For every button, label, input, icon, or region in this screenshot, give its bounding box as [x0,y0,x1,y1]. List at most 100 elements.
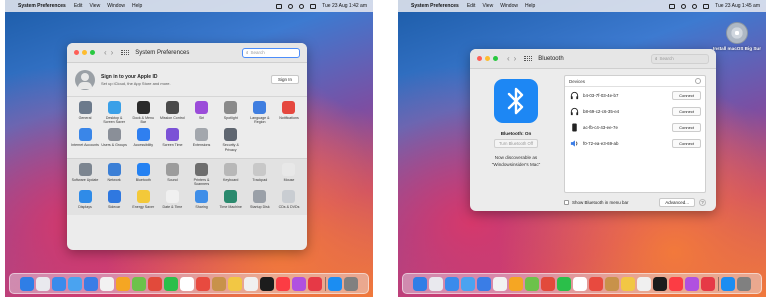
back-arrow-icon[interactable]: ‹ [104,48,107,57]
dock-app-icon[interactable] [211,276,226,291]
spotlight-menubar-icon[interactable] [299,3,305,9]
preference-pane[interactable]: Bluetooth [129,162,157,186]
forward-arrow-icon[interactable]: › [111,48,114,57]
dock-app-icon[interactable] [51,276,66,291]
sign-in-button[interactable]: Sign In [270,75,299,84]
dock-app-icon[interactable] [700,276,715,291]
preference-pane[interactable]: Users & Groups [100,128,128,151]
dock-app-icon[interactable] [412,276,427,291]
dock-app-icon[interactable] [275,276,290,291]
dock-app-icon[interactable] [83,276,98,291]
siri-menubar-icon[interactable] [703,3,710,9]
device-row[interactable]: ac-fb-c4-43-ee-7e Connect [565,119,705,135]
dock-app-icon[interactable] [147,276,162,291]
preference-pane[interactable]: Security & Privacy [217,128,245,152]
control-center-icon[interactable] [288,3,294,9]
preference-pane[interactable]: Language & Region [246,101,274,124]
dock-app-icon[interactable] [460,276,475,291]
preference-pane[interactable]: Trackpad [246,162,274,186]
advanced-button[interactable]: Advanced... [659,198,695,207]
dock-app-icon[interactable] [444,276,459,291]
menubar-clock[interactable]: Tue 23 Aug 1:42 am [322,3,367,9]
dock-app-icon[interactable] [35,276,50,291]
help-button[interactable]: ? [699,199,706,206]
show-all-grid-icon[interactable] [524,55,533,62]
menu-window[interactable]: Window [500,3,518,9]
preference-pane[interactable]: Printers & Scanners [188,162,216,186]
search-field[interactable]: ⌕ Search [651,53,709,64]
dock-app-icon[interactable] [99,276,114,291]
preference-pane[interactable]: Dock & Menu Bar [129,101,157,124]
dock-app-icon[interactable] [620,276,635,291]
dock-app-icon[interactable] [195,276,210,291]
preference-pane[interactable]: Software Update [71,162,99,186]
menu-help[interactable]: Help [132,3,142,9]
dock-app-icon[interactable] [179,276,194,291]
dock-app-icon[interactable] [259,276,274,291]
dock-app-icon[interactable] [604,276,619,291]
dock-app-icon[interactable] [67,276,82,291]
preference-pane[interactable]: Screen Time [158,128,186,151]
preference-pane[interactable]: Desktop & Screen Saver [100,101,128,124]
dock-app-icon[interactable] [163,276,178,291]
connect-button[interactable]: Connect [672,90,701,100]
show-in-menubar-checkbox[interactable] [564,200,569,205]
dock-app-icon[interactable] [307,276,322,291]
dock-app-icon[interactable] [652,276,667,291]
menu-edit[interactable]: Edit [467,3,476,9]
control-center-icon[interactable] [681,3,687,9]
connect-button[interactable]: Connect [672,122,701,132]
menu-edit[interactable]: Edit [74,3,83,9]
preference-pane[interactable]: Spotlight [217,101,245,124]
preference-pane[interactable]: Internet Accounts [71,128,99,151]
show-all-grid-icon[interactable] [121,49,130,56]
install-disk-icon[interactable] [726,22,748,44]
preference-pane[interactable]: Sound [158,162,186,186]
close-button[interactable] [477,56,482,61]
preference-pane[interactable]: Sharing [188,190,216,209]
preference-pane[interactable]: CDs & DVDs [275,190,303,209]
search-field[interactable]: ⌕ Search [242,47,300,58]
install-disk-label[interactable]: Install macOS Big Sur [712,46,762,52]
dock-app-icon[interactable] [556,276,571,291]
preference-pane[interactable]: Displays [71,190,99,209]
close-button[interactable] [74,50,79,55]
zoom-button[interactable] [90,50,95,55]
dock-app-icon[interactable] [636,276,651,291]
menu-help[interactable]: Help [525,3,535,9]
dock-app-icon[interactable] [115,276,130,291]
minimize-button[interactable] [82,50,87,55]
forward-arrow-icon[interactable]: › [514,54,517,63]
dock-app-icon[interactable] [344,276,359,291]
menu-app-name[interactable]: System Preferences [18,3,66,9]
minimize-button[interactable] [485,56,490,61]
dock-app-icon[interactable] [492,276,507,291]
connect-button[interactable]: Connect [672,138,701,148]
dock-app-icon[interactable] [588,276,603,291]
preference-pane[interactable]: Date & Time [158,190,186,209]
dock-app-icon[interactable] [540,276,555,291]
preference-pane[interactable]: Accessibility [129,128,157,151]
dock-app-icon[interactable] [428,276,443,291]
dock-app-icon[interactable] [721,276,736,291]
siri-menubar-icon[interactable] [310,3,317,9]
spotlight-menubar-icon[interactable] [692,3,698,9]
turn-bluetooth-off-button[interactable]: Turn Bluetooth Off [494,139,538,148]
preference-pane[interactable]: Mission Control [158,101,186,124]
preference-pane[interactable]: Siri [188,101,216,124]
dock-app-icon[interactable] [524,276,539,291]
dock-app-icon[interactable] [508,276,523,291]
preference-pane[interactable]: General [71,101,99,124]
dock-app-icon[interactable] [227,276,242,291]
dock-app-icon[interactable] [668,276,683,291]
dock-app-icon[interactable] [476,276,491,291]
preference-pane[interactable]: Network [100,162,128,186]
back-arrow-icon[interactable]: ‹ [507,54,510,63]
display-status-icon[interactable] [669,3,676,9]
device-row[interactable]: f0-72-ea-e3-69-ab Connect [565,135,705,151]
menu-window[interactable]: Window [107,3,125,9]
dock-app-icon[interactable] [737,276,752,291]
preference-pane[interactable]: Notifications [275,101,303,124]
dock-app-icon[interactable] [291,276,306,291]
preference-pane[interactable]: Sidecar [100,190,128,209]
